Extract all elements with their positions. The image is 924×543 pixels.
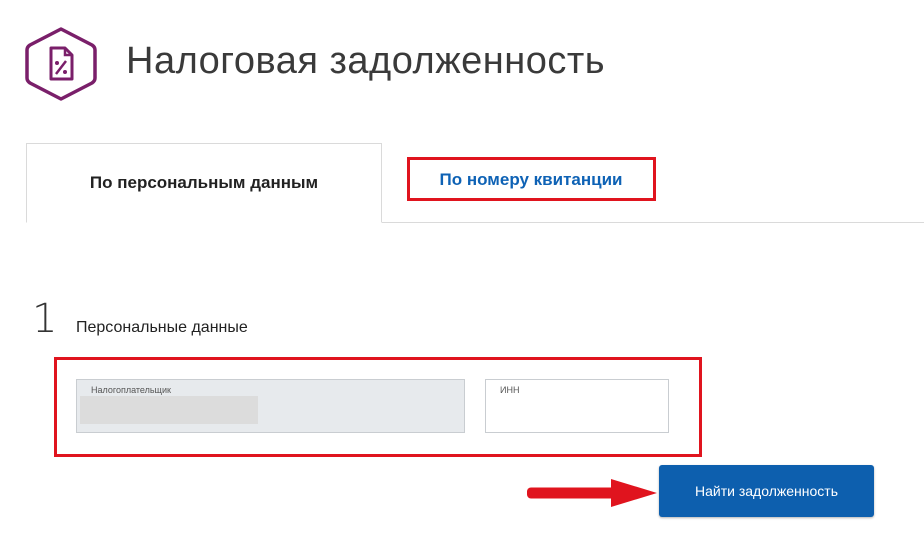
tax-document-percent-icon bbox=[25, 27, 97, 101]
tab-personal-data[interactable]: По персональным данным bbox=[26, 143, 382, 223]
inn-field[interactable]: ИНН bbox=[485, 379, 669, 433]
taxpayer-value-redacted bbox=[80, 396, 258, 424]
page-title: Налоговая задолженность bbox=[126, 40, 606, 82]
tab-receipt-number-label: По номеру квитанции bbox=[439, 169, 623, 189]
taxpayer-field: Налогоплательщик bbox=[76, 379, 465, 433]
inn-field-label: ИНН bbox=[500, 385, 520, 395]
inn-input[interactable] bbox=[498, 400, 662, 428]
arrow-right-icon bbox=[527, 479, 657, 507]
step-number: 1 bbox=[32, 296, 58, 342]
tab-personal-data-label: По персональным данным bbox=[89, 173, 319, 192]
find-debt-button[interactable]: Найти задолженность bbox=[659, 465, 874, 517]
taxpayer-field-label: Налогоплательщик bbox=[91, 385, 171, 395]
tab-receipt-number[interactable]: По номеру квитанции bbox=[409, 159, 653, 200]
step-label: Персональные данные bbox=[76, 319, 248, 336]
